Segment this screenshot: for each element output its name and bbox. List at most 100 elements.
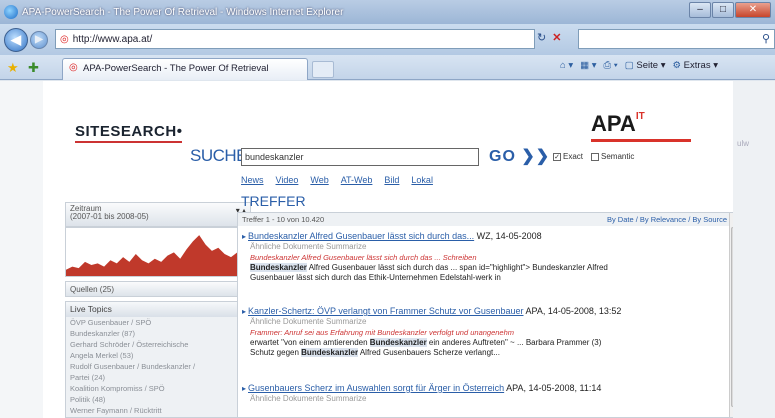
results-count: Treffer 1 - 10 von 10.420 xyxy=(242,215,325,224)
quellen-filter[interactable]: Quellen (25) ▾ xyxy=(65,281,251,297)
timeline-area xyxy=(66,235,250,276)
sitesearch-logo-text: SITESEARCH xyxy=(75,123,177,140)
result-meta: APA, 14-05-2008, 13:52 xyxy=(525,306,622,316)
snippet-text: Alfred Gusenbauer lässt sich durch das .… xyxy=(306,263,608,272)
url-text: http://www.apa.at/ xyxy=(72,33,153,45)
topic-item[interactable]: Politik (48) xyxy=(66,394,250,405)
result-title-row: ▸ Bundeskanzler Alfred Gusenbauer lässt s… xyxy=(242,231,722,241)
tab-active[interactable]: ◎ APA-PowerSearch - The Power Of Retriev… xyxy=(62,58,308,80)
browser-search-input[interactable]: ⚲ xyxy=(578,29,775,49)
home-icon[interactable]: ⌂ ▾ xyxy=(560,60,573,71)
topic-item[interactable]: ÖVP Gusenbauer / SPÖ xyxy=(66,317,250,328)
close-button[interactable]: ✕ xyxy=(735,2,771,18)
maximize-button[interactable]: □ xyxy=(712,2,734,18)
search-icon[interactable]: ⚲ xyxy=(762,32,770,45)
nav-video[interactable]: Video xyxy=(276,175,299,185)
command-bar: ⌂ ▾ ▦ ▾ ⎙ ▾ ▢ Seite ▾ ⚙ Extras ▾ xyxy=(560,60,718,71)
topic-item[interactable]: Rudolf Gusenbauer / Bundeskanzler / xyxy=(66,361,250,372)
timeline-chart[interactable] xyxy=(65,227,251,277)
nav-lokal[interactable]: Lokal xyxy=(411,175,433,185)
refresh-icon[interactable]: ↻ xyxy=(537,31,546,44)
forward-button[interactable]: ▶ xyxy=(30,30,48,49)
exact-option[interactable]: ✓ Exact xyxy=(553,152,583,161)
sitesearch-logo: SITESEARCH• xyxy=(75,123,183,143)
exact-checkbox[interactable]: ✓ xyxy=(553,152,561,161)
extras-icon: ⚙ xyxy=(672,60,684,71)
topic-item[interactable]: Gerhard Schröder / Österreichische xyxy=(66,339,250,350)
exact-label: Exact xyxy=(563,152,584,161)
apa-logo: APAIT xyxy=(591,111,645,137)
extras-menu[interactable]: ⚙ Extras ▾ xyxy=(672,60,718,71)
result-summary: Frammer: Anruf sei aus Erfahrung mit Bun… xyxy=(250,328,515,337)
topic-item[interactable]: Bundeskanzler (87) xyxy=(66,328,250,339)
nav-news[interactable]: News xyxy=(241,175,264,185)
search-label: SUCHE xyxy=(190,146,248,165)
tab-label: APA-PowerSearch - The Power Of Retrieval xyxy=(83,63,269,74)
topic-item[interactable]: Partei (24) xyxy=(66,372,250,383)
live-topics-header[interactable]: Live Topics ▾ xyxy=(66,302,250,317)
snippet-text: Gusenbauer lässt sich durch das Ethik-Un… xyxy=(250,272,501,282)
new-tab-button[interactable] xyxy=(312,61,334,78)
highlight: Bundeskanzler xyxy=(301,347,359,357)
title-bar: APA-PowerSearch - The Power Of Retrieval… xyxy=(0,0,775,24)
result-actions[interactable]: Ähnliche Dokumente Summarize xyxy=(242,242,722,251)
right-margin: ulw xyxy=(733,81,775,418)
snippet-text: erwartet "von einem amtierenden xyxy=(250,338,370,347)
result-actions[interactable]: Ähnliche Dokumente Summarize xyxy=(242,394,722,403)
page-icon: ▢ xyxy=(624,60,637,71)
live-topics-label: Live Topics xyxy=(70,304,112,314)
search-input[interactable]: bundeskanzler xyxy=(241,148,479,166)
feeds-icon[interactable]: ▦ ▾ xyxy=(580,60,596,71)
add-favorites-icon[interactable]: ✚ xyxy=(28,60,39,76)
snippet-text: ein anderes Auftreten" ~ ... Barbara Pra… xyxy=(426,338,602,347)
window-controls: – □ ✕ xyxy=(688,2,771,18)
result-meta: WZ, 14-05-2008 xyxy=(476,231,542,241)
result-title-row: ▸ Gusenbauers Scherz im Auswahlen sorgt f… xyxy=(242,383,722,393)
result-title-row: ▸ Kanzler-Schertz: ÖVP verlangt von Framm… xyxy=(242,306,722,316)
semantic-checkbox[interactable] xyxy=(591,152,599,161)
sort-options[interactable]: By Date / By Relevance / By Source xyxy=(607,215,727,224)
page-content: SITESEARCH• APAIT SUCHE bundeskanzler GO… xyxy=(43,81,742,418)
result-link[interactable]: Gusenbauers Scherz im Auswahlen sorgt fü… xyxy=(248,383,504,393)
topic-item[interactable]: Angela Merkel (53) xyxy=(66,350,250,361)
result-actions[interactable]: Ähnliche Dokumente Summarize xyxy=(242,317,722,326)
page-menu-label: Seite xyxy=(636,60,659,71)
url-field[interactable]: ◎ http://www.apa.at/ xyxy=(55,29,535,49)
semantic-label: Semantic xyxy=(601,152,635,161)
zeitraum-filter[interactable]: Zeitraum (2007-01 bis 2008-05) ▾ ▴ xyxy=(65,202,251,227)
timeline-svg xyxy=(66,235,250,276)
apa-logo-sup: IT xyxy=(635,111,645,122)
favorites-star-icon[interactable]: ★ xyxy=(7,60,19,76)
nav-at-web[interactable]: AT-Web xyxy=(341,175,373,185)
bullet-icon: ▸ xyxy=(242,307,247,316)
result-summary: Bundeskanzler Alfred Gusenbauer lässt si… xyxy=(250,253,477,262)
zeitraum-range: (2007-01 bis 2008-05) xyxy=(70,212,149,221)
result-link[interactable]: Kanzler-Schertz: ÖVP verlangt von Framme… xyxy=(248,306,523,316)
live-topics-panel: Live Topics ▾ ÖVP Gusenbauer / SPÖ Bunde… xyxy=(65,301,251,418)
result-link[interactable]: Bundeskanzler Alfred Gusenbauer lässt si… xyxy=(248,231,474,241)
topic-item[interactable]: Koalition Kompromiss / SPÖ xyxy=(66,383,250,394)
back-button[interactable]: ◀ xyxy=(4,27,28,52)
address-bar: ◀ ▶ ◎ http://www.apa.at/ ↻ ✕ ⚲ xyxy=(0,24,775,55)
bullet-icon: ▸ xyxy=(242,232,247,241)
semantic-option[interactable]: Semantic xyxy=(591,152,634,161)
site-favicon-icon: ◎ xyxy=(60,33,69,45)
result-item: ▸ Kanzler-Schertz: ÖVP verlangt von Framm… xyxy=(242,306,722,357)
minimize-button[interactable]: – xyxy=(689,2,711,18)
nav-bild[interactable]: Bild xyxy=(384,175,399,185)
extras-menu-label: Extras xyxy=(683,60,711,71)
go-button[interactable]: GO ❯❯ xyxy=(489,146,550,166)
page-viewport: SITESEARCH• APAIT SUCHE bundeskanzler GO… xyxy=(0,81,775,418)
bullet-icon: ▸ xyxy=(242,384,247,393)
apa-logo-bar xyxy=(591,139,691,142)
stop-icon[interactable]: ✕ xyxy=(552,31,561,44)
result-item: ▸ Bundeskanzler Alfred Gusenbauer lässt s… xyxy=(242,231,722,282)
nav-web[interactable]: Web xyxy=(310,175,328,185)
page-menu[interactable]: ▢ Seite ▾ xyxy=(625,60,666,71)
snippet-text: Alfred Gusenbauers Scherze verlangt... xyxy=(358,347,500,357)
print-icon[interactable]: ⎙ ▾ xyxy=(604,60,618,71)
result-snippet: erwartet "von einem amtierenden Bundeska… xyxy=(242,338,722,357)
topic-item[interactable]: Werner Faymann / Rücktritt xyxy=(66,405,250,416)
results-header: Treffer 1 - 10 von 10.420 By Date / By R… xyxy=(238,213,741,226)
highlight: Bundeskanzler xyxy=(369,338,427,347)
